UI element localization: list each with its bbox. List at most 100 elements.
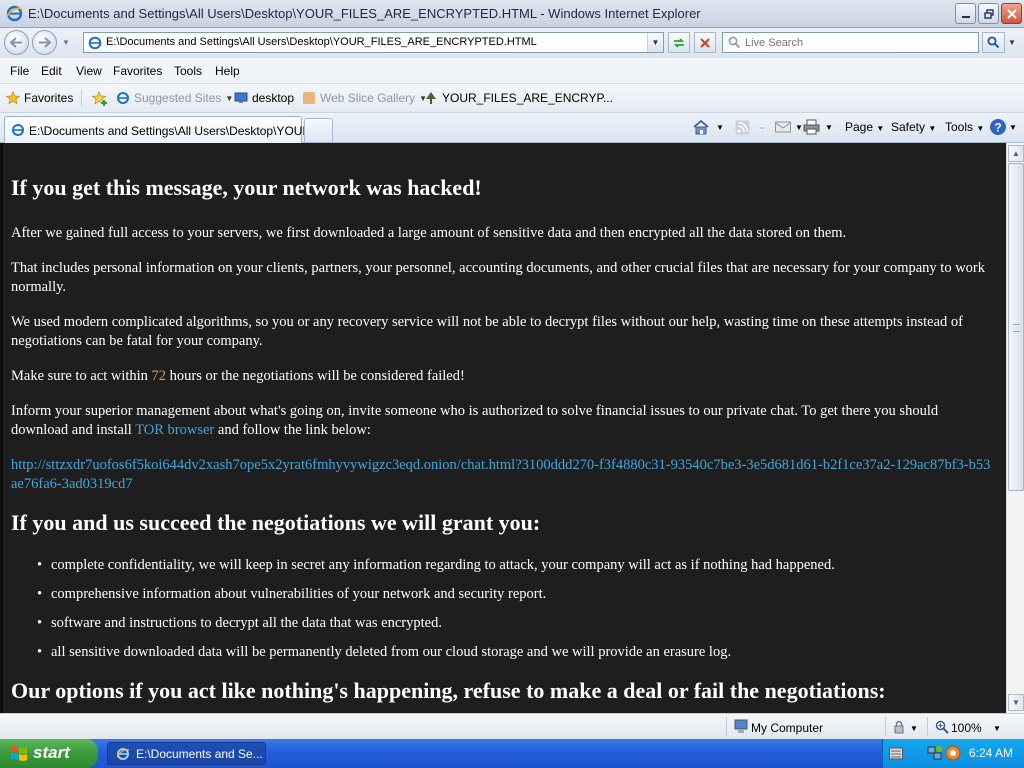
security-alert-icon[interactable] <box>945 745 961 761</box>
print-icon[interactable] <box>803 119 820 135</box>
restore-button[interactable] <box>978 3 999 24</box>
feeds-icon[interactable] <box>735 120 750 135</box>
zoom-icon <box>935 720 949 734</box>
live-search-icon <box>728 36 741 49</box>
my-computer-icon <box>734 719 748 733</box>
list-item: all sensitive downloaded data will be pe… <box>37 643 996 662</box>
grant-list: complete confidentiality, we will keep i… <box>11 556 996 662</box>
page-menu[interactable]: Page ▼ <box>845 120 884 134</box>
chevron-down-icon: ▼ <box>876 124 885 133</box>
ie-page-icon <box>117 92 129 104</box>
forward-button[interactable] <box>32 30 57 55</box>
search-box[interactable] <box>722 32 979 53</box>
search-options-dropdown[interactable]: ▼ <box>1008 38 1016 47</box>
paragraph-deadline: Make sure to act within 72 hours or the … <box>11 367 996 386</box>
taskbar: start E:\Documents and Se... 6:24 AM <box>0 739 1024 768</box>
tools-menu-label: Tools <box>945 120 974 134</box>
address-bar[interactable]: E:\Documents and Settings\All Users\Desk… <box>83 32 664 53</box>
close-window-button[interactable] <box>1001 3 1022 24</box>
page-icon <box>88 36 102 50</box>
address-dropdown-button[interactable]: ▼ <box>647 33 663 52</box>
scroll-down-button[interactable]: ▼ <box>1008 694 1024 711</box>
status-divider <box>885 717 886 736</box>
tor-browser-link[interactable]: TOR browser <box>135 422 214 438</box>
favorites-button[interactable]: Favorites <box>6 91 73 105</box>
safety-menu[interactable]: Safety ▼ <box>891 120 936 134</box>
menu-file[interactable]: File <box>10 64 29 78</box>
chevron-down-icon[interactable]: ▼ <box>795 123 803 132</box>
tools-menu[interactable]: Tools ▼ <box>945 120 984 134</box>
paragraph-instructions: Inform your superior management about wh… <box>11 402 996 440</box>
add-favorite-icon[interactable] <box>92 91 108 106</box>
address-url[interactable]: E:\Documents and Settings\All Users\Desk… <box>106 36 537 48</box>
chevron-down-icon: ▼ <box>928 124 937 133</box>
menu-view[interactable]: View <box>76 64 102 78</box>
web-slice-gallery-link[interactable]: Web Slice Gallery ▼ <box>302 91 427 105</box>
encrypted-files-link[interactable]: YOUR_FILES_ARE_ENCRYP... <box>424 91 613 105</box>
minimize-button[interactable] <box>955 3 976 24</box>
page-content: If you get this message, your network wa… <box>0 143 1006 713</box>
start-button[interactable]: start <box>0 739 98 768</box>
menu-edit[interactable]: Edit <box>41 64 62 78</box>
system-tray: 6:24 AM <box>882 739 1024 768</box>
chevron-down-icon[interactable]: ▼ <box>910 724 918 733</box>
recent-pages-dropdown[interactable]: ▼ <box>62 38 70 47</box>
suggested-sites-link[interactable]: Suggested Sites ▼ <box>116 91 233 105</box>
back-arrow-icon <box>10 37 22 48</box>
tab-row: E:\Documents and Settings\All Users\Desk… <box>0 113 1024 143</box>
status-divider <box>726 717 727 736</box>
paragraph-data-types: That includes personal information on yo… <box>11 260 986 295</box>
search-input[interactable] <box>745 35 975 50</box>
heading-grant: If you and us succeed the negotiations w… <box>11 510 541 535</box>
close-icon <box>1006 8 1017 19</box>
stop-button[interactable] <box>694 32 716 53</box>
safety-menu-label: Safety <box>891 120 926 134</box>
refresh-icon <box>673 37 685 48</box>
favorites-star-icon <box>6 91 20 105</box>
restore-icon <box>983 8 994 19</box>
deadline-hours: 72 <box>151 368 167 384</box>
menu-favorites[interactable]: Favorites <box>113 64 162 78</box>
ie-page-icon <box>12 124 24 136</box>
onion-chat-link[interactable]: http://sttzxdr7uofos6f5koi644dv2xash7ope… <box>11 456 996 494</box>
windows-flag-icon <box>11 746 27 761</box>
clock: 6:24 AM <box>969 746 1014 760</box>
status-bar: My Computer ▼ 100% ▼ <box>0 713 1024 739</box>
scroll-up-button[interactable]: ▲ <box>1008 145 1024 162</box>
desktop-link[interactable]: desktop <box>234 91 294 105</box>
deadline-text-after: hours or the negotiations will be consid… <box>166 368 465 384</box>
zoom-level[interactable]: 100% <box>951 721 982 735</box>
minimize-icon <box>961 15 970 18</box>
scroll-thumb[interactable] <box>1008 163 1024 491</box>
address-toolbar: ▼ E:\Documents and Settings\All Users\De… <box>0 28 1024 58</box>
tab-label: E:\Documents and Settings\All Users\Desk… <box>29 124 328 138</box>
magnifier-icon <box>987 36 1000 49</box>
ransom-note: If you get this message, your network wa… <box>11 175 996 713</box>
mail-icon[interactable] <box>775 120 791 134</box>
keyboard-icon[interactable] <box>889 747 903 760</box>
chevron-down-icon[interactable]: ▼ <box>993 724 1001 733</box>
tab-active[interactable]: E:\Documents and Settings\All Users\Desk… <box>4 116 328 143</box>
desktop-icon <box>234 92 248 103</box>
vertical-scrollbar[interactable]: ▲ ▼ <box>1006 143 1024 713</box>
menu-help[interactable]: Help <box>215 64 240 78</box>
heading-hacked: If you get this message, your network wa… <box>11 175 482 200</box>
home-icon[interactable] <box>692 119 710 136</box>
new-tab-button[interactable] <box>304 118 333 142</box>
menu-tools[interactable]: Tools <box>174 64 202 78</box>
search-button[interactable] <box>982 32 1005 53</box>
refresh-button[interactable] <box>668 32 690 53</box>
heading-options: Our options if you act like nothing's ha… <box>11 678 886 703</box>
chevron-down-icon[interactable]: ▼ <box>1009 123 1017 132</box>
chevron-down-icon[interactable]: ▼ <box>716 123 724 132</box>
internet-explorer-icon <box>116 748 130 760</box>
status-divider <box>927 717 928 736</box>
taskbar-item-ie[interactable]: E:\Documents and Se... <box>107 742 266 765</box>
network-icon[interactable] <box>927 745 943 761</box>
page-menu-label: Page <box>845 120 874 134</box>
help-icon[interactable]: ? <box>989 118 1007 136</box>
back-button[interactable] <box>4 30 29 55</box>
start-label: start <box>33 743 70 762</box>
chevron-down-icon[interactable]: ▼ <box>825 123 833 132</box>
protected-mode-icon[interactable] <box>892 720 906 734</box>
